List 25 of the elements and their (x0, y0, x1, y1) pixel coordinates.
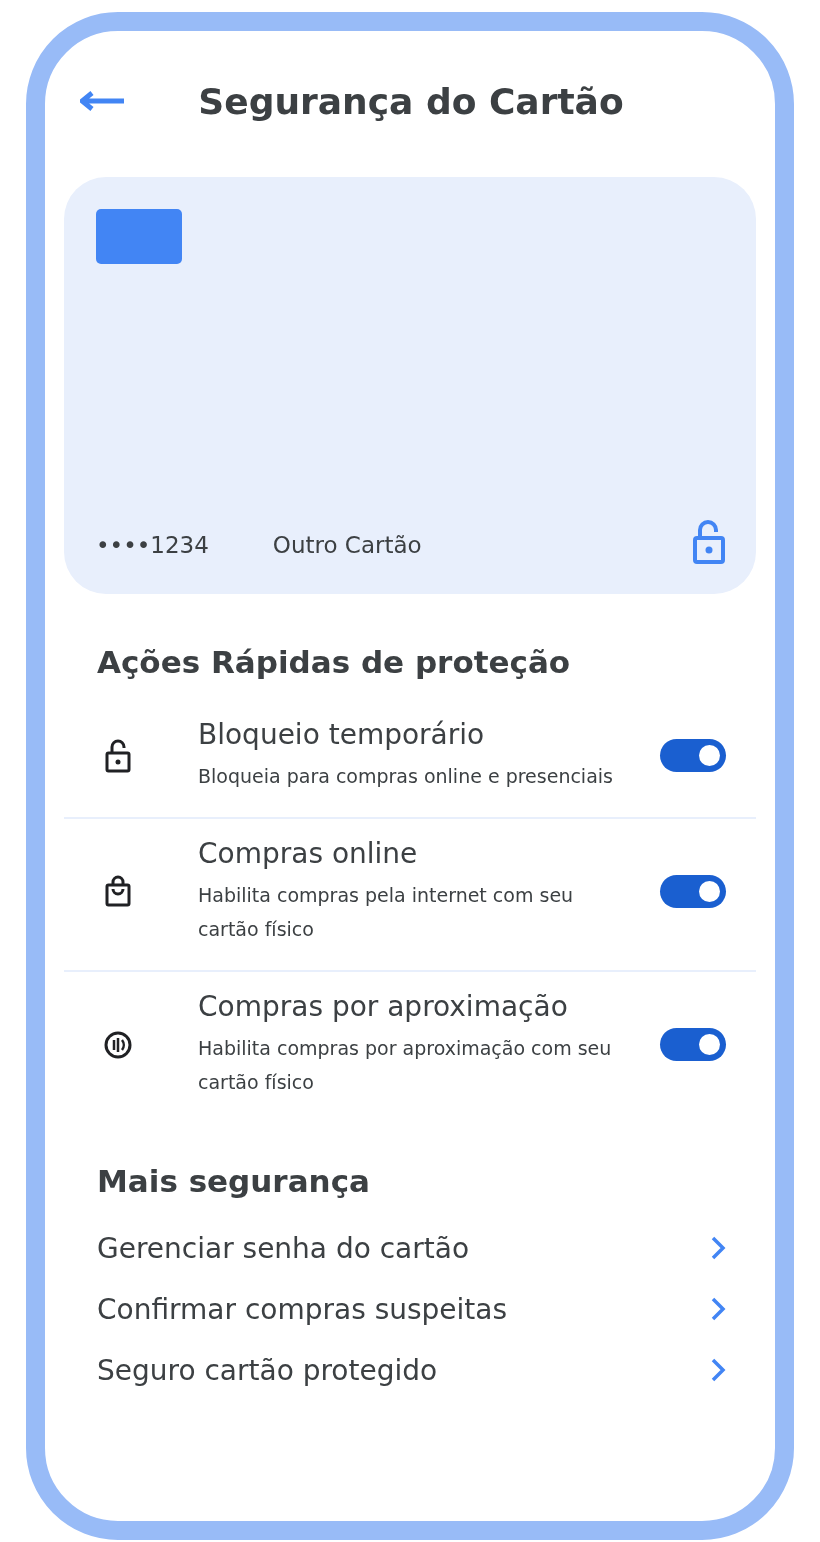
menu-link[interactable]: Gerenciar senha do cartão (97, 1231, 470, 1265)
back-arrow-icon (80, 91, 126, 111)
card-number: ••••1234 (96, 531, 209, 560)
unlocked-padlock-icon (692, 520, 726, 564)
chevron-right-icon[interactable] (710, 1357, 726, 1383)
menu-link[interactable]: Seguro cartão protegido (97, 1353, 438, 1387)
shopping-bag-icon (104, 874, 132, 909)
option-title: Compras por aproximação (198, 990, 569, 1023)
back-button[interactable] (80, 91, 126, 111)
option-description: Habilita compras por aproximação com seu cartão físico (198, 1036, 613, 1095)
section-title: Ações Rápidas de proteção (97, 644, 572, 680)
menu-link[interactable]: Confirmar compras suspeitas (97, 1292, 508, 1326)
card-name: Outro Cartão (272, 531, 423, 560)
option-description: Bloqueia para compras online e presenciais (198, 764, 614, 789)
toggle-switch[interactable] (660, 739, 726, 772)
toggle-switch[interactable] (660, 875, 726, 908)
unlocked-padlock-icon (104, 738, 132, 773)
toggle-switch[interactable] (660, 1028, 726, 1061)
chevron-right-icon[interactable] (710, 1296, 726, 1322)
option-description: Habilita compras pela internet com seu cartão físico (198, 883, 575, 942)
section-title: Mais segurança (97, 1163, 371, 1199)
option-title: Bloqueio temporário (198, 718, 486, 751)
screen-title: Segurança do Cartão (197, 80, 625, 122)
chevron-right-icon[interactable] (710, 1235, 726, 1261)
option-title: Compras online (198, 837, 419, 870)
